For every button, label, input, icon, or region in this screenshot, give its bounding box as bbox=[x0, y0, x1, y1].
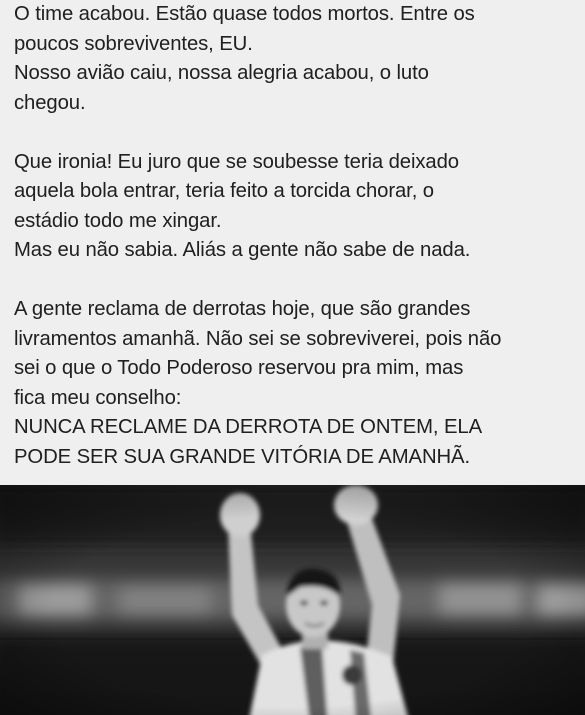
text-line: NUNCA RECLAME DA DERROTA DE ONTEM, ELA bbox=[14, 416, 483, 438]
post-container: O time acabou. Estão quase todos mortos.… bbox=[0, 0, 585, 715]
paragraph-3: A gente reclama de derrotas hoje, que sã… bbox=[14, 295, 579, 472]
paragraph-1: O time acabou. Estão quase todos mortos.… bbox=[14, 0, 579, 118]
text-line: Nosso avião caiu, nossa alegria acabou, … bbox=[14, 62, 429, 84]
text-line: fica meu conselho: bbox=[14, 386, 182, 409]
text-line: livramentos amanhã. Não sei se sobrevive… bbox=[14, 327, 502, 350]
text-line: O time acabou. Estão quase todos mortos.… bbox=[14, 3, 475, 25]
paragraph-2: Que ironia! Eu juro que se soubesse teri… bbox=[14, 148, 579, 266]
text-line: PODE SER SUA GRANDE VITÓRIA DE AMANHÃ. bbox=[14, 445, 471, 468]
post-text: O time acabou. Estão quase todos mortos.… bbox=[14, 0, 579, 472]
text-line: A gente reclama de derrotas hoje, que sã… bbox=[14, 298, 471, 320]
text-line: chegou. bbox=[14, 91, 86, 114]
player-celebrating-photo bbox=[0, 485, 585, 715]
text-line: poucos sobreviventes, EU. bbox=[14, 32, 253, 55]
text-line: Mas eu não sabia. Aliás a gente não sabe… bbox=[14, 239, 471, 261]
text-line: estádio todo me xingar. bbox=[14, 209, 222, 232]
text-line: Que ironia! Eu juro que se soubesse teri… bbox=[14, 150, 459, 173]
text-line: aquela bola entrar, teria feito a torcid… bbox=[14, 180, 434, 202]
text-line: sei o que o Todo Poderoso reservou pra m… bbox=[14, 357, 464, 379]
